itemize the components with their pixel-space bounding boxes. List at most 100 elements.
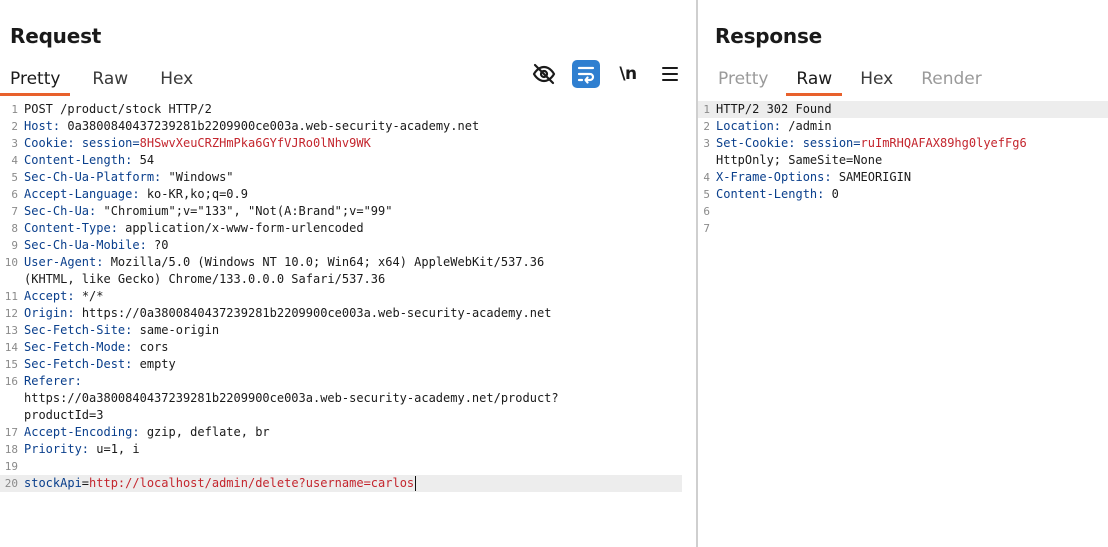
eye-off-icon (532, 63, 556, 85)
tab-raw[interactable]: Raw (82, 66, 138, 96)
request-title: Request (10, 24, 102, 48)
response-editor[interactable]: 1 HTTP/2 302 Found 2 Location: /admin 3 … (698, 101, 1108, 547)
header-value: 54 (132, 153, 155, 167)
line-number: 8 (11, 222, 18, 235)
request-line: 19 (0, 458, 696, 475)
header-name: Sec-Ch-Ua (24, 204, 90, 218)
header-value: 0a3800840437239281b2209900ce003a.web-sec… (60, 119, 480, 133)
line-number: 7 (703, 222, 710, 235)
header-name: Sec-Fetch-Dest (24, 357, 126, 371)
hide-toggle-button[interactable] (530, 60, 558, 88)
header-name: Sec-Ch-Ua-Mobile (24, 238, 140, 252)
body-param-value: http://localhost/admin/delete?username=c… (89, 476, 415, 490)
header-name: Origin (24, 306, 68, 320)
response-line: 4 X-Frame-Options: SAMEORIGIN (698, 169, 1108, 186)
request-line-current[interactable]: 20 stockApi=http://localhost/admin/delet… (0, 475, 682, 492)
header-value: "Chromium";v="133", "Not(A:Brand";v="99" (96, 204, 393, 218)
header-value: gzip, deflate, br (139, 425, 270, 439)
menu-button[interactable] (656, 60, 684, 88)
request-line: 6 Accept-Language: ko-KR,ko;q=0.9 (0, 186, 696, 203)
line-number: 16 (4, 375, 18, 388)
line-number: 4 (703, 171, 710, 184)
tab-hex[interactable]: Hex (850, 66, 903, 96)
status-line: HTTP/2 302 Found (716, 102, 832, 116)
header-name: X-Frame-Options (716, 170, 825, 184)
request-line: 11 Accept: */* (0, 288, 696, 305)
line-number: 5 (703, 188, 710, 201)
line-number: 18 (4, 443, 18, 456)
line-number: 5 (11, 171, 18, 184)
header-name: Sec-Fetch-Site (24, 323, 126, 337)
request-line-continuation: (KHTML, like Gecko) Chrome/133.0.0.0 Saf… (0, 271, 696, 288)
line-number: 12 (4, 307, 18, 320)
request-line: 9 Sec-Ch-Ua-Mobile: ?0 (0, 237, 696, 254)
line-number: 2 (11, 120, 18, 133)
tab-pretty[interactable]: Pretty (0, 66, 71, 96)
header-name: Content-Length (24, 153, 126, 167)
line-number: 13 (4, 324, 18, 337)
response-tabs: Pretty Raw Hex Render (708, 66, 1000, 96)
line-number: 6 (703, 205, 710, 218)
line-number: 7 (11, 205, 18, 218)
line-number: 15 (4, 358, 18, 371)
cookie-value: ruImRHQAFAX89hg0lyefFg6 (860, 136, 1027, 150)
tab-hex[interactable]: Hex (150, 66, 203, 96)
newline-toggle-button[interactable]: \n (614, 60, 642, 88)
line-number: 14 (4, 341, 18, 354)
request-line: 16 Referer: (0, 373, 696, 390)
header-value-continuation: HttpOnly; SameSite=None (716, 153, 883, 167)
header-value: ?0 (146, 238, 169, 252)
body-param-name: stockApi (24, 476, 82, 490)
line-number: 9 (11, 239, 18, 252)
text-caret (415, 476, 417, 491)
cookie-value: 8HSwvXeuCRZHmPka6GYfVJRo0lNhv9WK (139, 136, 371, 150)
cookie-name: session= (74, 136, 140, 150)
header-name: Accept-Language (24, 187, 133, 201)
request-panel: Request Pretty Raw Hex \n 1 POST /produc… (0, 0, 696, 547)
header-name: Content-Type (24, 221, 111, 235)
request-line: 10 User-Agent: Mozilla/5.0 (Windows NT 1… (0, 254, 696, 271)
header-value: */* (74, 289, 104, 303)
header-name: Accept (24, 289, 68, 303)
request-line: 17 Accept-Encoding: gzip, deflate, br (0, 424, 696, 441)
tab-render[interactable]: Render (911, 66, 992, 96)
request-line: 3 Cookie: session=8HSwvXeuCRZHmPka6GYfVJ… (0, 135, 696, 152)
line-number: 3 (11, 137, 18, 150)
request-line: 12 Origin: https://0a3800840437239281b22… (0, 305, 696, 322)
header-name: User-Agent (24, 255, 97, 269)
header-value: https://0a3800840437239281b2209900ce003a… (74, 306, 552, 320)
line-number: 3 (703, 137, 710, 150)
request-line-text: POST /product/stock HTTP/2 (24, 102, 212, 116)
tab-raw[interactable]: Raw (786, 66, 843, 96)
response-line: 3 Set-Cookie: session=ruImRHQAFAX89hg0ly… (698, 135, 1108, 152)
line-number: 17 (4, 426, 18, 439)
request-line: 8 Content-Type: application/x-www-form-u… (0, 220, 696, 237)
body-param-equals: = (81, 476, 90, 490)
request-editor[interactable]: 1 POST /product/stock HTTP/2 2 Host: 0a3… (0, 101, 696, 547)
header-value: u=1, i (89, 442, 140, 456)
response-line: 5 Content-Length: 0 (698, 186, 1108, 203)
request-line: 5 Sec-Ch-Ua-Platform: "Windows" (0, 169, 696, 186)
line-number: 6 (11, 188, 18, 201)
response-line-continuation: HttpOnly; SameSite=None (698, 152, 1108, 169)
header-value-continuation: productId=3 (24, 408, 104, 422)
header-name: Set-Cookie (716, 136, 789, 150)
line-number: 10 (4, 256, 18, 269)
response-panel: Response Pretty Raw Hex Render 1 HTTP/2 … (698, 0, 1108, 547)
tab-pretty[interactable]: Pretty (708, 66, 778, 96)
header-value: SAMEORIGIN (831, 170, 912, 184)
response-title: Response (715, 24, 823, 48)
line-number: 4 (11, 154, 18, 167)
header-value: 0 (824, 187, 839, 201)
request-toolbar: \n (530, 60, 684, 88)
word-wrap-button[interactable] (572, 60, 600, 88)
header-name: Priority (24, 442, 82, 456)
request-tabs: Pretty Raw Hex (0, 66, 215, 96)
response-line: 1 HTTP/2 302 Found (698, 101, 1108, 118)
line-number: 19 (4, 460, 18, 473)
line-number: 11 (4, 290, 18, 303)
request-line: 2 Host: 0a3800840437239281b2209900ce003a… (0, 118, 696, 135)
header-name: Accept-Encoding (24, 425, 133, 439)
header-name: Cookie (24, 136, 68, 150)
request-line: 1 POST /product/stock HTTP/2 (0, 101, 696, 118)
